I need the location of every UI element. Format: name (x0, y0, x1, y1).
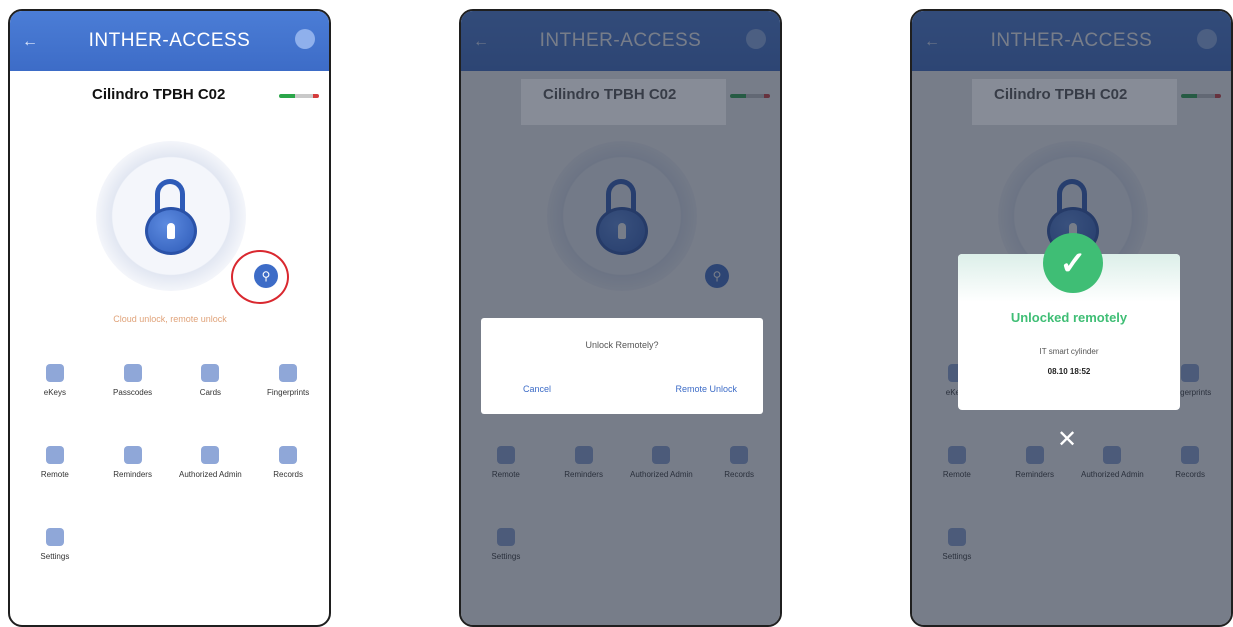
app-title: INTHER-ACCESS (88, 30, 251, 51)
device-name-highlight (972, 79, 1177, 125)
keypad-icon (123, 364, 142, 382)
remote-unlock-dialog: Unlock Remotely? Cancel Remote Unlock (481, 318, 763, 414)
check-icon: ✓ (1043, 233, 1103, 293)
phone-screen-main: ← INTHER-ACCESS Cilindro TPBH C02 ⚲ Clou… (8, 9, 331, 627)
grid-item-authorized-admin[interactable]: Authorized Admin (172, 438, 250, 508)
cancel-button[interactable]: Cancel (523, 384, 551, 394)
device-name-highlight (521, 79, 726, 125)
dialog-question: Unlock Remotely? (585, 340, 659, 350)
grid-item-records[interactable]: Records (249, 438, 327, 508)
lock-model: IT smart cylinder (1039, 347, 1099, 356)
unlock-hint: Cloud unlock, remote unlock (113, 314, 227, 324)
device-name: Cilindro TPBH C02 (92, 86, 226, 103)
grid-item-settings[interactable]: Settings (16, 520, 94, 590)
grid-item-ekeys[interactable]: eKeys (16, 356, 94, 426)
admin-icon (201, 446, 220, 464)
lock-icon[interactable] (145, 207, 197, 255)
close-icon[interactable]: ✕ (1057, 425, 1077, 454)
app-header: ← INTHER-ACCESS (10, 11, 329, 71)
fingerprint-icon (279, 364, 298, 382)
records-icon (279, 446, 298, 464)
card-icon (201, 364, 220, 382)
grid-item-remote[interactable]: Remote (16, 438, 94, 508)
unlock-time: 08.10 18:52 (1047, 367, 1091, 376)
remote-unlock-confirm-button[interactable]: Remote Unlock (675, 384, 737, 394)
success-title: Unlocked remotely (1010, 310, 1128, 325)
back-icon[interactable]: ← (22, 33, 38, 51)
phone-screen-confirm: ← INTHER-ACCESS Cilindro TPBH C02 ⚲ eKey… (459, 9, 782, 627)
device-bar: Cilindro TPBH C02 (10, 71, 329, 117)
grid-item-fingerprints[interactable]: Fingerprints (249, 356, 327, 426)
phone-screen-success: ← INTHER-ACCESS Cilindro TPBH C02 eKeys … (910, 9, 1233, 627)
key-icon (45, 364, 64, 382)
remote-icon (45, 446, 64, 464)
grid-item-cards[interactable]: Cards (172, 356, 250, 426)
gear-icon (45, 528, 64, 546)
highlight-circle (231, 250, 289, 304)
bell-icon (123, 446, 142, 464)
battery-indicator (279, 94, 319, 98)
settings-icon[interactable] (295, 29, 315, 49)
feature-grid: eKeys Passcodes Cards Fingerprints Remot… (16, 356, 327, 590)
grid-item-passcodes[interactable]: Passcodes (94, 356, 172, 426)
grid-item-reminders[interactable]: Reminders (94, 438, 172, 508)
